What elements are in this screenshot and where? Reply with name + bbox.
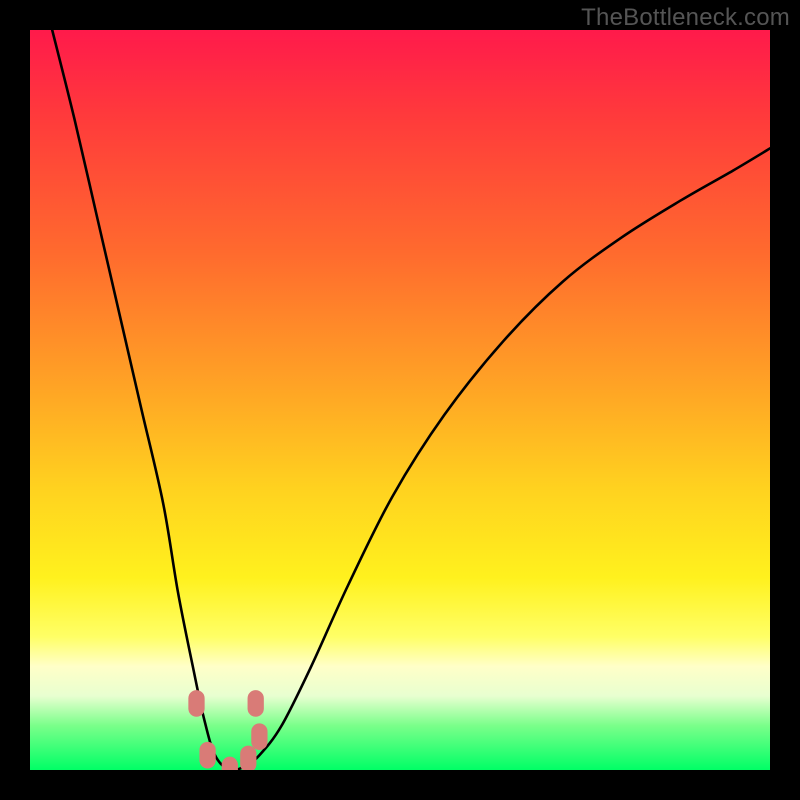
data-markers bbox=[30, 30, 770, 770]
data-marker bbox=[251, 723, 267, 750]
plot-area bbox=[30, 30, 770, 770]
data-marker bbox=[248, 690, 264, 717]
data-marker bbox=[188, 690, 204, 717]
data-marker bbox=[199, 742, 215, 769]
chart-frame: TheBottleneck.com bbox=[0, 0, 800, 800]
data-marker bbox=[240, 746, 256, 770]
watermark-text: TheBottleneck.com bbox=[581, 4, 790, 32]
data-marker bbox=[222, 757, 238, 770]
